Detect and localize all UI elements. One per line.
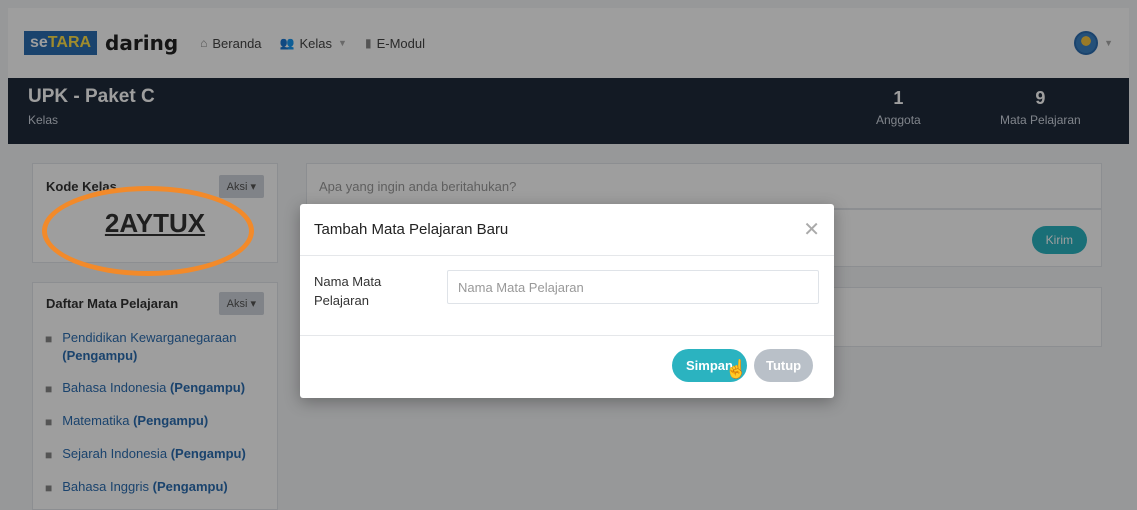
subject-name-label: Nama Mata Pelajaran: [314, 274, 382, 308]
modal-body: Nama Mata Pelajaran: [300, 256, 834, 336]
code-highlight-annotation: [42, 186, 254, 276]
modal-title: Tambah Mata Pelajaran Baru: [314, 221, 509, 238]
modal-header: Tambah Mata Pelajaran Baru ✕: [300, 204, 834, 256]
close-icon[interactable]: ✕: [803, 217, 820, 242]
hand-cursor-icon: ☝: [725, 359, 748, 379]
subject-name-input[interactable]: [447, 270, 819, 304]
close-button[interactable]: Tutup: [754, 349, 814, 382]
add-subject-modal: Tambah Mata Pelajaran Baru ✕ Nama Mata P…: [300, 204, 834, 398]
modal-footer: Simpan Tutup ☝: [300, 336, 834, 396]
